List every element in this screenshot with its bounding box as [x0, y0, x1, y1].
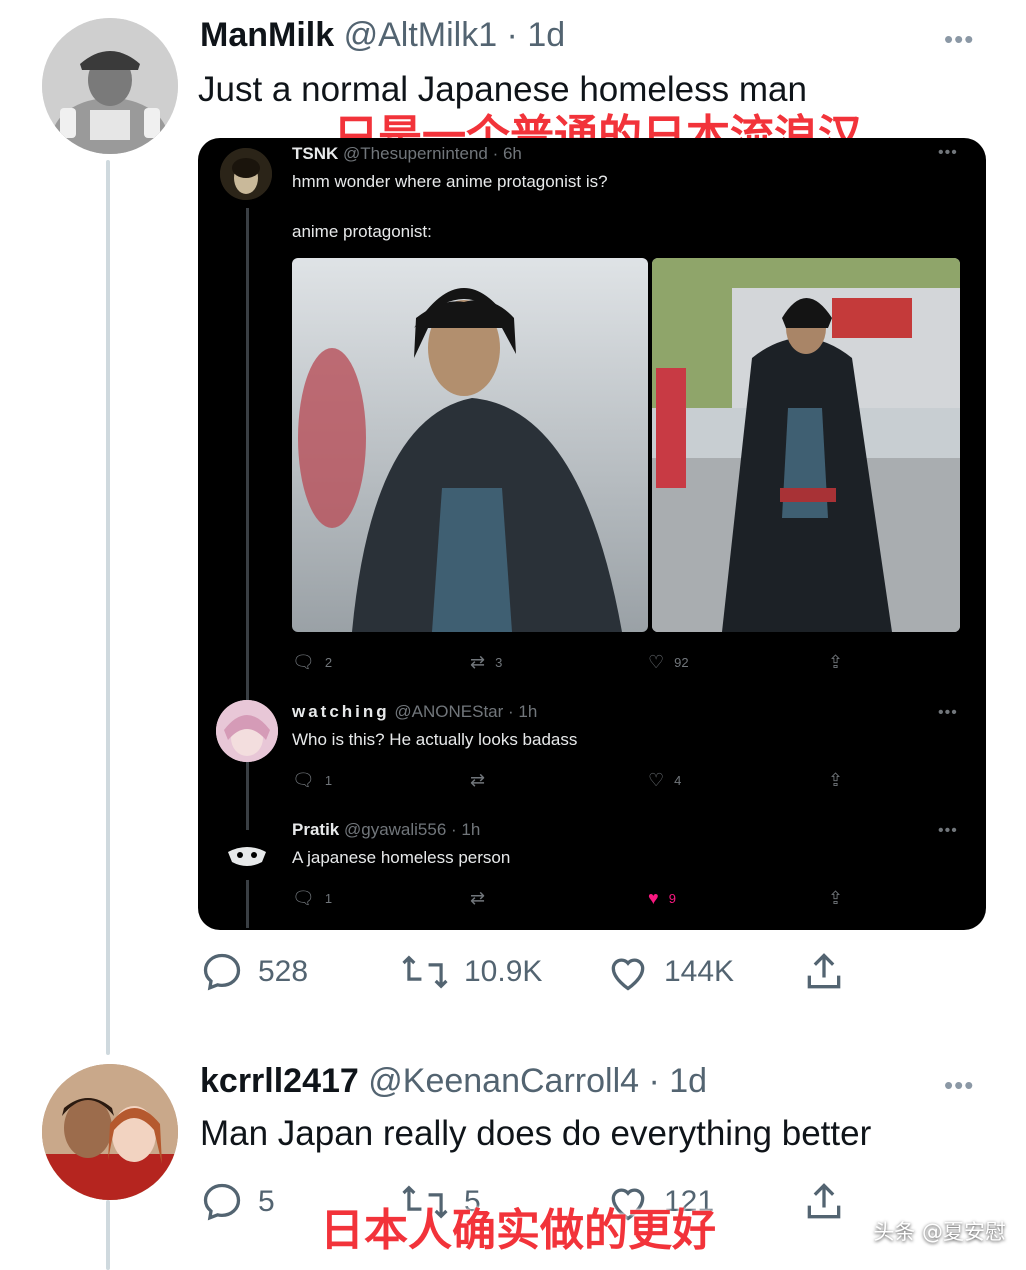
embedded-post-line1: hmm wonder where anime protagonist is?: [292, 172, 608, 191]
reply-icon: [203, 1183, 241, 1221]
like-icon-glyph: ♥: [648, 888, 659, 908]
share-icon: ⇪: [828, 770, 844, 790]
reply2-name: Pratik: [292, 820, 340, 839]
more-icon[interactable]: •••: [944, 26, 974, 52]
like-icon: ♥ 9: [648, 888, 676, 909]
embedded-screenshot[interactable]: TSNK @Thesupernintend · 6h ••• hmm wonde…: [198, 138, 986, 930]
avatar-watching: [216, 700, 278, 762]
reply-icon: 🗨 1: [292, 770, 332, 791]
like-icon: [611, 958, 645, 991]
tweet1-actions: 528 10.9K 144K: [200, 950, 846, 994]
tweet1-retweet-count: 10.9K: [464, 955, 543, 988]
tweet1-header: ManMilk @AltMilk1 · 1d: [200, 16, 565, 55]
share-icon: ⇪: [828, 652, 844, 672]
tweet2-handle[interactable]: @KeenanCarroll4 · 1d: [368, 1062, 707, 1100]
retweet-icon: ⇄ 3: [470, 652, 502, 673]
share-icon: [807, 953, 841, 989]
reply2-replies: 1: [324, 891, 333, 906]
retweet-icon-glyph: ⇄: [470, 652, 486, 672]
reply-icon-glyph: 🗨: [292, 888, 315, 908]
embedded-post-line2: anime protagonist:: [292, 222, 432, 241]
watermark: 头条 @夏安慰: [873, 1220, 1006, 1244]
tweet1-name[interactable]: ManMilk: [200, 16, 334, 54]
like-icon: ♡ 4: [648, 770, 681, 791]
tweet2-reply-count: 5: [258, 1185, 275, 1218]
share-button[interactable]: [802, 950, 846, 994]
embedded-post-header: TSNK @Thesupernintend · 6h: [292, 144, 522, 164]
tweet2-text: Man Japan really does do everything bett…: [200, 1114, 872, 1153]
reply1-handle: @ANONEStar · 1h: [394, 702, 538, 721]
more-icon[interactable]: •••: [944, 1072, 974, 1098]
embedded-post-handle: @Thesupernintend · 6h: [343, 144, 522, 163]
reply2-header: Pratik @gyawali556 · 1h: [292, 820, 480, 840]
reply2-handle: @gyawali556 · 1h: [343, 820, 481, 839]
embedded-thread-line: [246, 208, 249, 928]
embedded-post-replies: 2: [324, 655, 333, 670]
thread-line: [106, 160, 110, 1055]
like-button[interactable]: 144K: [606, 950, 802, 994]
share-button[interactable]: [802, 1180, 846, 1224]
tweet1-reply-count: 528: [258, 955, 309, 988]
tweet2-header: kcrrll2417 @KeenanCarroll4 · 1d: [200, 1062, 707, 1101]
thread-line-bottom: [106, 1200, 110, 1270]
reply2-likes: 9: [668, 891, 676, 906]
more-icon: •••: [938, 144, 958, 161]
reply-button[interactable]: 528: [200, 950, 400, 994]
more-icon: •••: [938, 704, 958, 721]
reply1-header: watching @ANONEStar · 1h: [292, 702, 537, 722]
more-icon: •••: [938, 822, 958, 839]
reply2-text: A japanese homeless person: [292, 848, 511, 867]
share-icon: ⇪: [828, 888, 844, 908]
reply-icon-glyph: 🗨: [292, 770, 315, 790]
retweet-button[interactable]: 10.9K: [400, 950, 606, 994]
reply-icon: 🗨 1: [292, 888, 332, 909]
tweet1-handle[interactable]: @AltMilk1 · 1d: [344, 16, 566, 54]
reply-icon-glyph: 🗨: [292, 652, 315, 672]
reply1-name: watching: [292, 702, 390, 721]
embedded-post-name: TSNK: [292, 144, 339, 163]
embedded-post-retweets: 3: [495, 655, 503, 670]
photo-left: [292, 258, 648, 632]
like-icon-glyph: ♡: [648, 652, 665, 672]
avatar-kcrrll2417[interactable]: [42, 1064, 178, 1200]
tweet1-like-count: 144K: [664, 955, 735, 988]
tweet2-name[interactable]: kcrrll2417: [200, 1062, 359, 1100]
reply-icon: 🗨 2: [292, 652, 332, 673]
retweet-icon: [402, 955, 448, 989]
photo-right: [652, 258, 960, 632]
reply1-replies: 1: [324, 773, 333, 788]
reply1-likes: 4: [674, 773, 682, 788]
retweet-icon: ⇄: [470, 770, 486, 790]
avatar-pratik: [222, 830, 272, 880]
avatar-tsnk: [220, 148, 272, 200]
reply1-text: Who is this? He actually looks badass: [292, 730, 578, 749]
retweet-icon: ⇄: [470, 888, 486, 908]
like-icon-glyph: ♡: [648, 770, 665, 790]
tweet2-caption-overlay: 日本人确实做的更好: [320, 1205, 716, 1256]
reply-icon: [203, 953, 241, 991]
embedded-post-likes: 92: [674, 655, 689, 670]
share-icon: [807, 1183, 841, 1219]
avatar-manmilk[interactable]: [42, 18, 178, 154]
like-icon: ♡ 92: [648, 652, 689, 673]
